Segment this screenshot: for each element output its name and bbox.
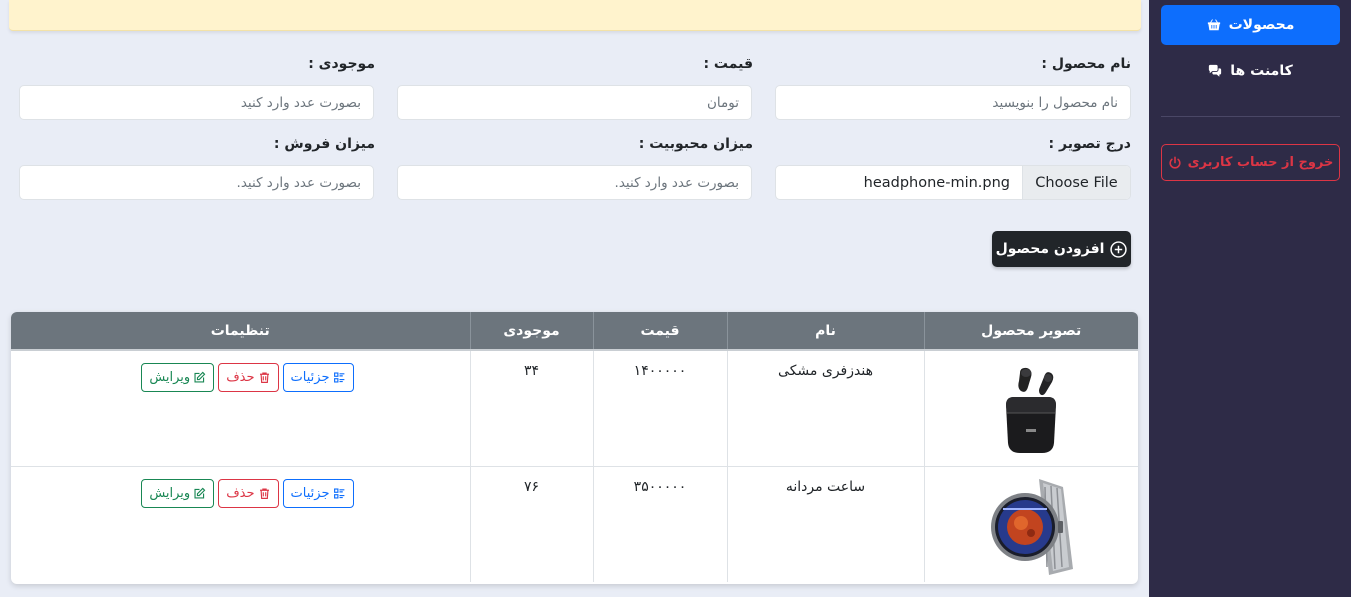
add-product-button[interactable]: افزودن محصول xyxy=(992,231,1131,267)
sidebar-item-label: محصولات xyxy=(1228,17,1295,33)
list-details-icon xyxy=(333,487,344,499)
header-settings: تنظیمات xyxy=(11,312,470,350)
sales-label: میزان فروش : xyxy=(273,136,375,152)
stock-input[interactable]: بصورت عدد وارد کنید xyxy=(19,85,374,120)
edit-icon xyxy=(194,371,206,383)
sales-input[interactable]: بصورت عدد وارد کنید. xyxy=(19,165,374,200)
alert-bar xyxy=(9,0,1141,31)
delete-label: حذف xyxy=(226,370,255,385)
sidebar-item-label: کامنت ها xyxy=(1230,63,1293,79)
price-input[interactable]: تومان xyxy=(397,85,752,120)
delete-label: حذف xyxy=(226,485,255,501)
edit-label: ویرایش xyxy=(149,485,191,501)
edit-icon xyxy=(194,487,206,499)
delete-button[interactable]: حذف xyxy=(218,478,279,508)
trash-icon xyxy=(259,487,269,499)
list-details-icon xyxy=(333,372,344,383)
plus-circle-icon xyxy=(1110,240,1128,258)
details-button[interactable]: جزئیات xyxy=(282,478,354,508)
details-label: جزئیات xyxy=(290,485,330,501)
smartwatch-icon xyxy=(991,478,1074,575)
details-label: جزئیات xyxy=(290,370,330,385)
sidebar: محصولات کامنت ها خروج از حساب کاربری xyxy=(1149,0,1351,597)
trash-icon xyxy=(259,372,269,383)
edit-button[interactable]: ویرایش xyxy=(141,478,215,508)
cell-name: هندزفری مشکی xyxy=(726,349,924,466)
popularity-input[interactable]: بصورت عدد وارد کنید. xyxy=(397,165,752,200)
cell-stock: ۳۴ xyxy=(469,349,593,466)
name-input[interactable]: نام محصول را بنویسید xyxy=(775,85,1131,120)
name-label: نام محصول : xyxy=(1041,56,1131,72)
chat-icon xyxy=(1209,64,1222,77)
product-image-headphones xyxy=(925,365,1139,466)
edit-button[interactable]: ویرایش xyxy=(141,363,215,392)
sidebar-item-comments[interactable]: کامنت ها xyxy=(1161,51,1340,91)
file-input[interactable]: Choose File headphone-min.png xyxy=(775,165,1131,200)
image-label: درج تصویر : xyxy=(1048,136,1131,152)
cell-stock: ۷۶ xyxy=(469,465,593,582)
price-label: قیمت : xyxy=(703,56,753,72)
cell-image xyxy=(923,465,1139,583)
table-row: هندزفری مشکی ۱۴۰۰۰۰۰ ۳۴ جزئیات حذف ویرای… xyxy=(11,349,1139,466)
logout-label: خروج از حساب کاربری xyxy=(1187,155,1334,170)
power-icon xyxy=(1169,156,1181,169)
header-price: قیمت xyxy=(592,312,727,350)
table-row: ساعت مردانه ۳۵۰۰۰۰۰ ۷۶ جزئیات حذف ویرایش xyxy=(11,465,1139,583)
cell-price: ۳۵۰۰۰۰۰ xyxy=(592,465,727,582)
cell-name: ساعت مردانه xyxy=(726,465,924,582)
file-name: headphone-min.png xyxy=(863,174,1010,191)
headphones-icon xyxy=(1006,367,1057,453)
header-name: نام xyxy=(726,312,924,350)
stock-label: موجودی : xyxy=(308,56,375,72)
edit-label: ویرایش xyxy=(149,370,191,385)
cell-actions: جزئیات حذف ویرایش xyxy=(11,349,470,466)
popularity-label: میزان محبوبیت : xyxy=(638,136,753,152)
details-button[interactable]: جزئیات xyxy=(282,363,354,392)
delete-button[interactable]: حذف xyxy=(218,363,279,392)
choose-file-button[interactable]: Choose File xyxy=(1022,166,1130,199)
header-stock: موجودی xyxy=(469,312,593,350)
sidebar-item-products[interactable]: محصولات xyxy=(1161,5,1340,45)
header-image: تصویر محصول xyxy=(923,312,1138,350)
product-image-smartwatch xyxy=(925,477,1139,583)
logout-button[interactable]: خروج از حساب کاربری xyxy=(1161,144,1340,181)
products-table: تصویر محصول نام قیمت موجودی تنظیمات هندز… xyxy=(11,312,1138,584)
basket-icon xyxy=(1207,19,1220,31)
sidebar-divider xyxy=(1161,116,1340,117)
table-header-row: تصویر محصول نام قیمت موجودی تنظیمات xyxy=(11,312,1138,350)
cell-price: ۱۴۰۰۰۰۰ xyxy=(592,349,727,466)
cell-actions: جزئیات حذف ویرایش xyxy=(11,465,470,582)
add-product-label: افزودن محصول xyxy=(995,241,1105,257)
cell-image xyxy=(923,349,1139,466)
